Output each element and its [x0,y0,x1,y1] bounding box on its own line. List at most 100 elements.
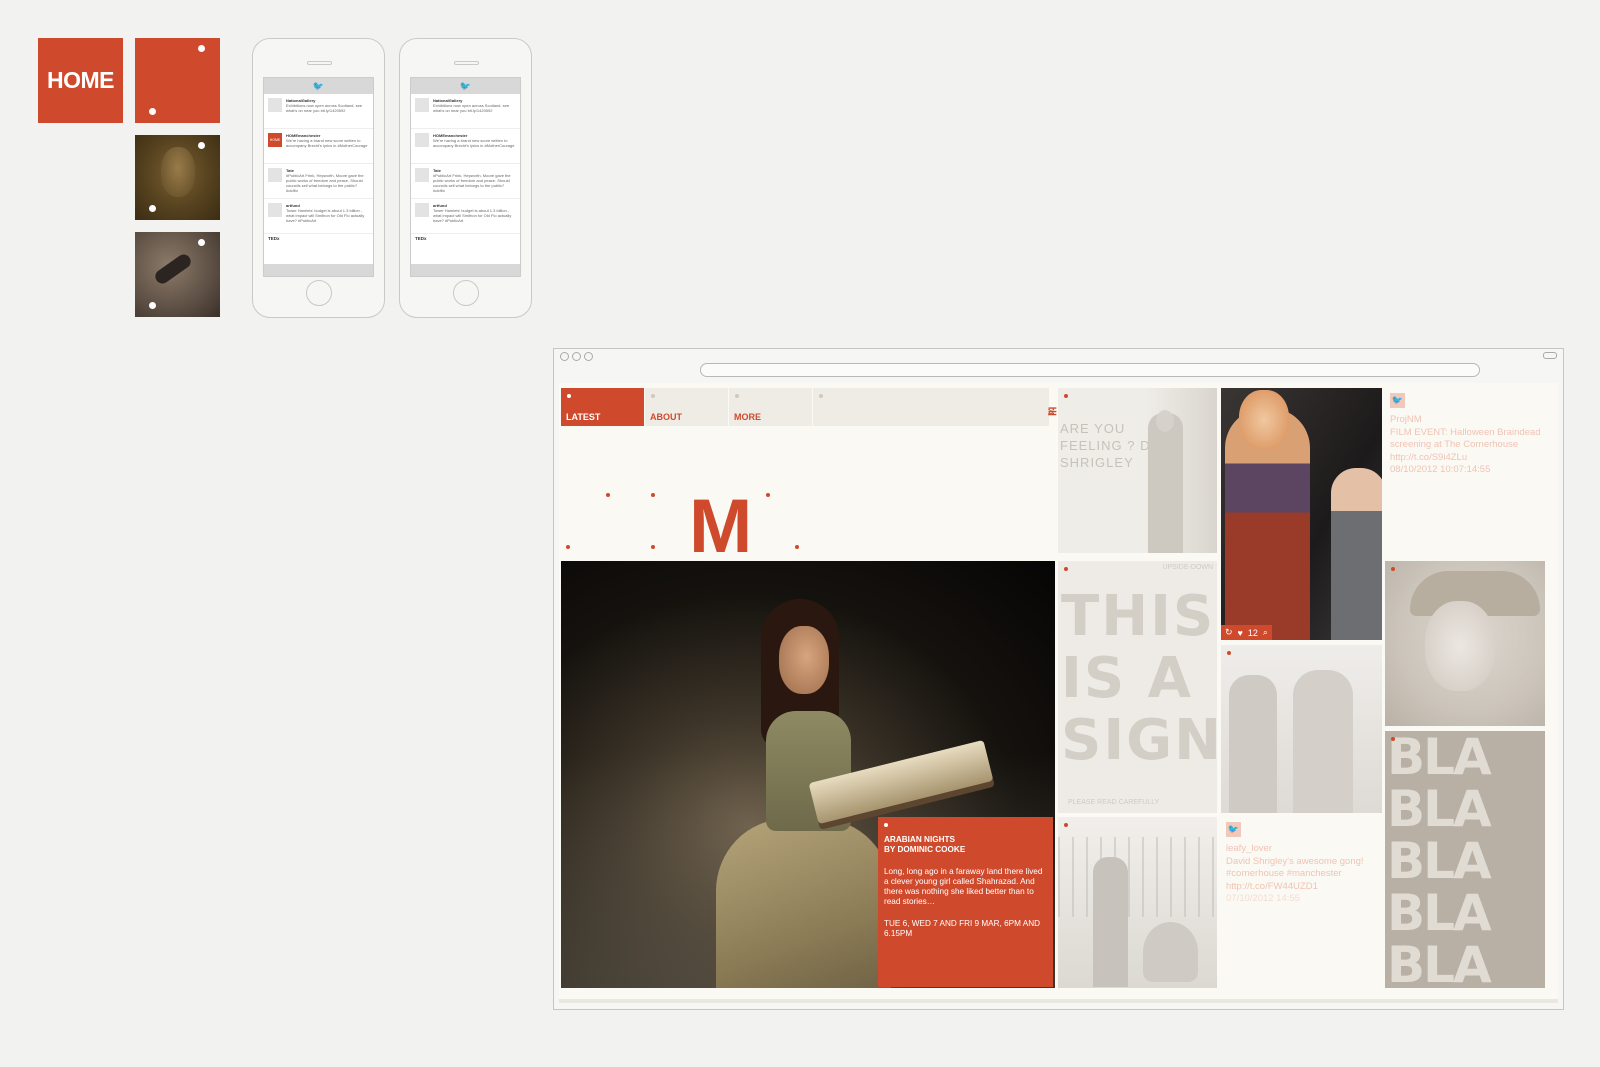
tweet-card-user: leafy_lover [1226,843,1272,854]
resize-button[interactable] [1543,352,1557,359]
tweet-card-text: FILM EVENT: Halloween Braindead screenin… [1390,426,1541,463]
tile-dot [149,108,156,115]
tile-winter-scene[interactable] [1058,817,1217,988]
tweet-text: Tower Hamlets' budget is about 1.3 billi… [433,208,512,223]
tab-latest[interactable]: LATEST [561,388,644,426]
caption-dot [884,823,888,827]
tab-more[interactable]: MORE [729,388,812,426]
phone-screen: 🐦 NationalGallery Exhibitions now open ac… [410,77,521,277]
phone-tab-bar [411,264,520,276]
tab-about[interactable]: ABOUT [645,388,728,426]
tile-shrigley-feeling[interactable]: ARE YOU FEELING ? D. SHRIGLEY [1058,388,1217,553]
tweet-item[interactable]: HOME HOMEmanchester We're having a brand … [264,129,373,164]
tweet-text: #PublicArt Frink, Hepworth, Moore gave t… [286,173,364,193]
avatar [415,98,429,112]
tweet-item[interactable]: Tate #PublicArt Frink, Hepworth, Moore ga… [411,164,520,199]
twitter-bird-icon: 🐦 [411,78,520,94]
actor-figure [1331,468,1382,640]
feature-title-line: BY DOMINIC COOKE [884,845,966,854]
brand-tile-dancer [135,232,220,317]
tile-bla-bla[interactable]: BLA BLA BLA BLA BLA [1385,731,1545,988]
tile-two-people[interactable] [1221,645,1382,813]
phone-speaker [454,61,479,65]
web-page: LATEST ABOUT MORE ⌕ ☰ ∷ M ARABIAN NIGHTS… [559,383,1558,1003]
avatar [268,168,282,182]
tile-dot [1391,737,1395,741]
walker-figure [1093,857,1128,987]
phone-home-button[interactable] [306,280,332,306]
feature-caption[interactable]: ARABIAN NIGHTS BY DOMINIC COOKE Long, lo… [878,817,1053,987]
avatar-label: HOME [269,138,281,142]
pattern-dot [651,545,655,549]
figure-silhouette [1148,413,1183,553]
page-bottom-strip [559,999,1558,1003]
tweet-card-leafy-lover[interactable]: 🐦 leafy_lover David Shrigley's awesome g… [1221,817,1382,988]
address-bar[interactable] [700,363,1480,377]
tweet-card-projnm[interactable]: 🐦 ProjNM FILM EVENT: Halloween Braindead… [1385,388,1557,553]
performer-dress [716,819,891,988]
avatar [415,133,429,147]
tile-this-is-a-sign[interactable]: UPSIDE-DOWN THIS IS A SIGN PLEASE READ C… [1058,561,1217,813]
feature-dates: TUE 6, WED 7 AND FRI 9 MAR, 6PM AND 6.15… [884,919,1041,938]
photo-stats-bar: ↻ ♥ 12 ⌕ [1221,625,1272,640]
close-window-button[interactable] [560,352,569,361]
person-silhouette [1229,675,1277,813]
portrait-face [1425,601,1495,691]
twitter-icon: 🐦 [1390,393,1405,408]
tab-dot [735,394,739,398]
tweet-item[interactable]: artfund Tower Hamlets' budget is about 1.… [264,199,373,234]
tweet-item[interactable]: artfund Tower Hamlets' budget is about 1.… [411,199,520,234]
repost-icon[interactable]: ↻ [1225,627,1233,638]
pattern-dot [795,545,799,549]
tile-dot [149,205,156,212]
tile-dot [1227,651,1231,655]
trees-pattern [1058,837,1217,917]
avatar: HOME [268,133,282,147]
tab-label: ABOUT [650,412,682,422]
brand-tile-red [135,38,220,123]
tweet-card-timestamp: 07/10/2012 14:55 [1226,893,1300,905]
tweet-tail-user: TEDx [415,236,427,241]
tab-label: LATEST [566,412,601,422]
twitter-bird-icon: 🐦 [264,78,373,94]
nav-toolbar: ⌕ ☰ ∷ [813,388,1057,426]
tweet-item[interactable]: Tate #PublicArt Frink, Hepworth, Moore ga… [264,164,373,199]
twitter-icon: 🐦 [1226,822,1241,837]
actress-head [1239,390,1289,450]
tweet-item[interactable]: NationalGallery Exhibitions now open acro… [411,94,520,129]
tile-dot [198,142,205,149]
pattern-dot [566,545,570,549]
zoom-icon[interactable]: ⌕ [1263,627,1268,638]
logo-text: HOME [47,67,115,93]
tile-dot [198,45,205,52]
tweet-text: We're having a brand new score written t… [286,138,368,148]
heart-icon[interactable]: ♥ [1238,628,1243,638]
artwork-bla-text: BLA BLA BLA BLA BLA [1387,731,1492,988]
feature-body: Long, long ago in a faraway land there l… [884,867,1043,906]
tweet-item[interactable]: HOMEmanchester We're having a brand new s… [411,129,520,164]
tab-dot [651,394,655,398]
browser-window: LATEST ABOUT MORE ⌕ ☰ ∷ M ARABIAN NIGHTS… [553,348,1564,1010]
tile-dot [1064,823,1068,827]
maximize-window-button[interactable] [584,352,593,361]
dancer-figure [152,251,194,287]
phone-home-button[interactable] [453,280,479,306]
site-logo[interactable]: M [689,483,752,570]
tile-dot [1064,394,1068,398]
performer-head [779,626,829,694]
phone-mockup-1: 🐦 NationalGallery Exhibitions now open ac… [252,38,385,318]
feature-title: ARABIAN NIGHTS BY DOMINIC COOKE [884,835,1047,855]
avatar [268,98,282,112]
tab-dot [567,394,571,398]
artwork-big-text: THIS IS A SIGN [1061,584,1217,773]
grid-view-icon[interactable]: ∷ [1048,407,1054,418]
pattern-dot [606,493,610,497]
tweet-text: #PublicArt Frink, Hepworth, Moore gave t… [433,173,511,193]
pram-shape [1143,922,1198,982]
tweet-item[interactable]: NationalGallery Exhibitions now open acro… [264,94,373,129]
tile-dot [1064,567,1068,571]
tile-instagram-photo[interactable]: ↻ ♥ 12 ⌕ [1221,388,1382,640]
tile-vintage-portrait[interactable] [1385,561,1545,726]
minimize-window-button[interactable] [572,352,581,361]
brand-tile-portrait [135,135,220,220]
